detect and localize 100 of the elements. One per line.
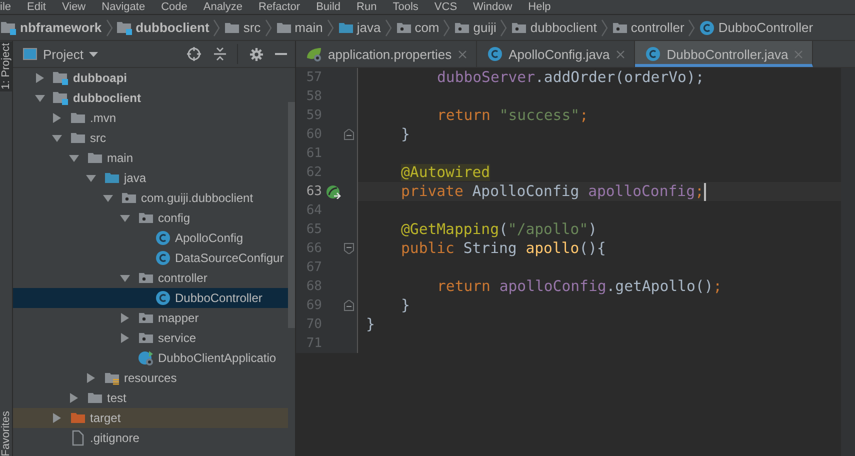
tree-item[interactable]: dubboclient xyxy=(13,88,288,108)
package-icon xyxy=(138,210,154,226)
chevron-icon xyxy=(384,18,392,36)
code-text: return "success"; xyxy=(437,106,588,125)
tree-item[interactable]: controller xyxy=(13,268,288,288)
tree-item[interactable]: DataSourceConfigur xyxy=(13,248,288,268)
breadcrumb-item[interactable]: guiji xyxy=(473,20,496,35)
menu-item[interactable]: Build xyxy=(308,0,349,14)
tree-item[interactable]: com.guiji.dubboclient xyxy=(13,188,288,208)
tree-item[interactable]: ApolloConfig xyxy=(13,228,288,248)
tree-item[interactable]: DubboClientApplicatio xyxy=(13,348,288,368)
bean-gutter-icon[interactable] xyxy=(326,184,340,198)
class-icon xyxy=(644,46,661,62)
menu-item[interactable]: Edit xyxy=(19,0,54,14)
breadcrumb-item[interactable]: java xyxy=(356,20,381,35)
breadcrumb-item[interactable]: nbframework xyxy=(20,20,102,35)
tree-item[interactable]: target xyxy=(13,408,288,428)
class-icon xyxy=(155,290,171,306)
chevron-icon xyxy=(264,18,272,36)
breadcrumb-item[interactable]: controller xyxy=(630,20,684,35)
menu-item[interactable]: View xyxy=(54,0,94,14)
menu-item[interactable]: Window xyxy=(465,0,520,14)
menu-item[interactable]: Analyze xyxy=(195,0,250,14)
module-folder-icon xyxy=(53,90,69,106)
module-folder-icon xyxy=(1,20,17,36)
package-icon xyxy=(138,330,154,346)
resources-folder-icon xyxy=(104,370,120,386)
excluded-folder-icon xyxy=(70,410,86,426)
menu-item[interactable]: Tools xyxy=(384,0,426,14)
menu-item[interactable]: Run xyxy=(348,0,385,14)
scrollbar-thumb[interactable] xyxy=(288,102,295,328)
collapse-all-icon[interactable] xyxy=(213,47,227,61)
file-icon xyxy=(70,430,86,446)
editor-tab[interactable]: ApolloConfig.java xyxy=(476,41,635,67)
chevron-icon xyxy=(326,18,334,36)
folder-icon xyxy=(70,110,86,126)
class-icon xyxy=(155,250,171,266)
run-class-icon xyxy=(138,350,154,366)
tree-item[interactable]: src xyxy=(13,128,288,148)
package-icon xyxy=(121,190,137,206)
tree-item[interactable]: resources xyxy=(13,368,288,388)
tree-item[interactable]: mapper xyxy=(13,308,288,328)
breadcrumb-item[interactable]: src xyxy=(243,20,261,35)
tree-item[interactable]: DubboController xyxy=(13,288,288,308)
breadcrumb-item[interactable]: main xyxy=(294,20,323,35)
editor-tab[interactable]: application.properties xyxy=(296,41,477,67)
menu-item[interactable]: Help xyxy=(520,0,559,14)
folder-icon xyxy=(70,130,86,146)
folder-icon xyxy=(87,390,103,406)
class-icon xyxy=(486,46,503,62)
menu-item[interactable]: VCS xyxy=(426,0,466,14)
code-text: @GetMapping("/apollo") xyxy=(401,220,598,239)
locate-icon[interactable] xyxy=(187,47,201,61)
project-tool-tab[interactable]: 1: Project xyxy=(0,41,12,92)
class-icon xyxy=(155,230,171,246)
breadcrumb-item[interactable]: dubboclient xyxy=(530,20,597,35)
code-text: @Autowired xyxy=(401,163,490,182)
menu-item[interactable]: Navigate xyxy=(94,0,154,14)
code-text: private ApolloConfig apolloConfig; xyxy=(401,182,704,201)
line-number: 63 xyxy=(305,184,322,199)
code-text: return apolloConfig.getApollo(); xyxy=(437,277,722,296)
chevron-icon xyxy=(106,18,113,36)
code-text: } xyxy=(401,296,410,315)
settings-icon[interactable] xyxy=(250,48,263,60)
breadcrumb-item[interactable]: dubboclient xyxy=(136,20,210,35)
expanded-arrow-icon[interactable] xyxy=(35,93,45,103)
close-icon[interactable] xyxy=(458,50,467,58)
package-icon xyxy=(138,270,154,286)
tree-item[interactable]: java xyxy=(13,168,288,188)
chevron-icon xyxy=(443,18,450,36)
code-text: } xyxy=(401,125,410,144)
fold-marker-icon[interactable] xyxy=(344,243,354,254)
tree-item[interactable]: config xyxy=(13,208,288,228)
panel-title[interactable]: Project xyxy=(43,46,84,62)
fold-marker-icon[interactable] xyxy=(344,129,354,140)
chevron-icon xyxy=(213,18,220,36)
project-window-icon xyxy=(23,48,37,60)
fold-marker-icon[interactable] xyxy=(344,300,354,311)
menu-item[interactable]: Code xyxy=(153,0,196,14)
menu-item[interactable]: ile xyxy=(0,0,20,14)
tree-item[interactable]: test xyxy=(13,388,288,408)
tree-item[interactable]: .mvn xyxy=(13,108,288,128)
code-text: dubboServer.addOrder(orderVo); xyxy=(437,68,704,87)
breadcrumb-item[interactable]: DubboController xyxy=(718,20,814,35)
menu-item[interactable]: Refactor xyxy=(250,0,308,14)
favorites-tool-tab[interactable]: Favorites xyxy=(0,410,12,456)
dropdown-caret-icon[interactable] xyxy=(89,52,98,56)
close-icon[interactable] xyxy=(616,50,625,58)
tree-item[interactable]: service xyxy=(13,328,288,348)
collapsed-arrow-icon[interactable] xyxy=(35,73,45,83)
tree-item[interactable]: dubboapi xyxy=(13,68,288,88)
chevron-icon xyxy=(688,18,696,36)
collapsed-arrow-icon[interactable] xyxy=(52,113,62,123)
leaf-file-icon xyxy=(306,46,322,62)
tree-item[interactable]: .gitignore xyxy=(13,428,288,448)
text-caret xyxy=(704,182,706,200)
tree-item[interactable]: main xyxy=(13,148,288,168)
editor-tab[interactable]: DubboController.java xyxy=(634,41,814,67)
breadcrumb-item[interactable]: com xyxy=(414,20,440,35)
expanded-arrow-icon[interactable] xyxy=(120,273,130,283)
